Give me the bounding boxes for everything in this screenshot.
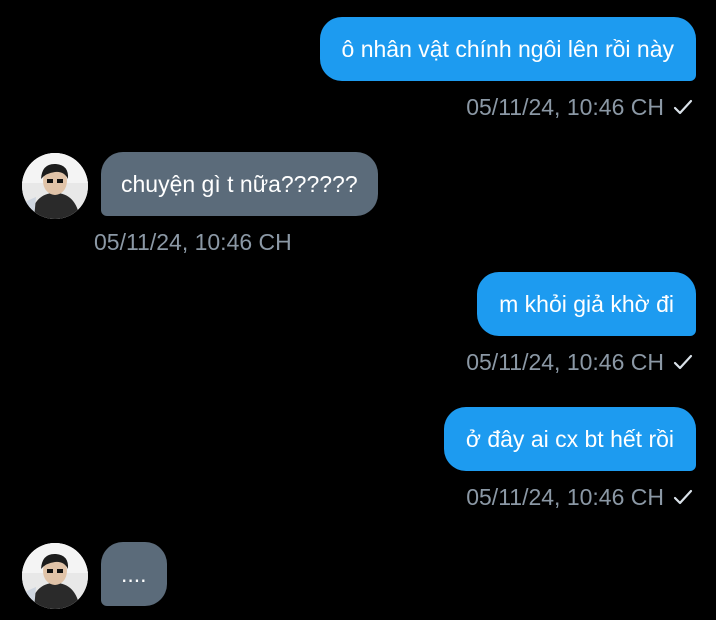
check-icon <box>672 486 694 508</box>
message-timestamp: 05/11/24, 10:46 CH <box>94 229 292 255</box>
check-icon <box>672 96 694 118</box>
avatar[interactable] <box>22 153 88 219</box>
message-timestamp: 05/11/24, 10:46 CH <box>466 484 664 510</box>
message-text: .... <box>121 561 147 587</box>
message-meta: 05/11/24, 10:46 CH <box>94 228 292 256</box>
avatar[interactable] <box>22 543 88 609</box>
message-bubble-outgoing[interactable]: ô nhân vật chính ngôi lên rồi này <box>319 17 696 81</box>
message-timestamp: 05/11/24, 10:46 CH <box>466 94 664 120</box>
message-timestamp: 05/11/24, 10:46 CH <box>466 349 664 375</box>
message-bubble-incoming[interactable]: chuyện gì t nữa?????? <box>101 152 378 216</box>
chat-thread: ô nhân vật chính ngôi lên rồi này 05/11/… <box>0 0 716 620</box>
message-meta: 05/11/24, 10:46 CH <box>466 348 694 376</box>
message-bubble-incoming[interactable]: .... <box>101 542 167 606</box>
message-text: chuyện gì t nữa?????? <box>121 171 358 197</box>
check-icon <box>672 351 694 373</box>
message-text: ở đây ai cx bt hết rồi <box>465 426 674 452</box>
message-text: m khỏi giả khờ đi <box>499 291 674 317</box>
message-bubble-outgoing[interactable]: m khỏi giả khờ đi <box>477 272 696 336</box>
message-text: ô nhân vật chính ngôi lên rồi này <box>341 36 674 62</box>
message-bubble-outgoing[interactable]: ở đây ai cx bt hết rồi <box>443 407 696 471</box>
message-meta: 05/11/24, 10:46 CH <box>466 93 694 121</box>
message-meta: 05/11/24, 10:46 CH <box>466 483 694 511</box>
